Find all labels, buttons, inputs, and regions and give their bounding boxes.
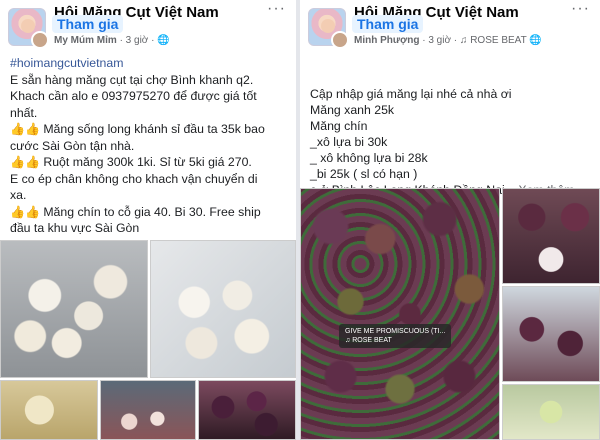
hashtag-link[interactable]: #hoimangcutvietnam	[10, 55, 290, 72]
post-header: Hội Măng Cụt Việt Nam Tham gia My Múm Mỉ…	[0, 0, 296, 56]
author-avatar[interactable]	[331, 31, 349, 49]
post-line: _xô lựa bi 30k	[310, 135, 388, 149]
join-button[interactable]: Tham gia	[352, 15, 424, 33]
post-photo-basket[interactable]	[0, 240, 148, 378]
post-time[interactable]: · 3 giờ ·	[120, 35, 155, 46]
author-name[interactable]: My Múm Mỉm	[54, 35, 117, 46]
more-options-icon[interactable]: ···	[267, 0, 286, 18]
post-line: nhất.	[10, 105, 38, 120]
post-photo-mangosteen[interactable]: GIVE ME PROMISCUOUS (TI... ♫ ROSE BEAT	[300, 188, 500, 440]
music-tag-title: GIVE ME PROMISCUOUS (TI...	[345, 328, 446, 335]
post-line: đầu ta khu vực Sài Gòn	[10, 221, 140, 235]
author-name[interactable]: Minh Phượng	[354, 35, 419, 46]
post-line: _bi 25k ( sl có hạn )	[310, 167, 418, 181]
post-line: 👍👍 Măng chín to cỗ gia 40. Bi 30. Free s…	[10, 204, 261, 219]
post-photo-thumb[interactable]	[502, 384, 600, 440]
thumbs-up-icon: 👍👍	[10, 155, 40, 169]
post-line: 👍👍 Ruột măng 300k 1ki. Sỉ từ 5ki giá 270…	[10, 155, 252, 169]
post-photo-thumb[interactable]	[100, 380, 196, 440]
post-line: 👍👍 Măng sống long khánh sỉ đầu ta 35k ba…	[10, 122, 265, 136]
post-line: cước Sài Gòn tận nhà.	[10, 138, 135, 153]
join-button[interactable]: Tham gia	[52, 15, 124, 33]
post-photo-thumb[interactable]	[502, 286, 600, 382]
post-line: Măng xanh 25k	[310, 103, 395, 117]
post-line: E co ép chân không cho khach vận chuyển …	[10, 171, 258, 186]
post-line: E sẵn hàng măng cụt tại chợ Bình khanh q…	[10, 72, 254, 87]
thumbs-up-icon: 👍👍	[10, 204, 40, 219]
post-line: _ xô không lựa bi 28k	[310, 151, 428, 165]
post-meta: My Múm Mỉm · 3 giờ · 🌐	[54, 35, 170, 46]
post-line: Khach cần alo e 0937975270 để được giá t…	[10, 89, 257, 103]
post-left: Hội Măng Cụt Việt Nam Tham gia My Múm Mỉ…	[0, 0, 296, 440]
post-photo-thumb[interactable]	[502, 188, 600, 284]
post-right: Hội Măng Cụt Việt Nam Tham gia Minh Phượ…	[300, 0, 600, 440]
post-line: xa.	[10, 188, 27, 202]
author-avatar[interactable]	[31, 31, 49, 49]
post-text: #hoimangcutvietnam E sẵn hàng măng cụt t…	[10, 55, 290, 237]
music-tag[interactable]: GIVE ME PROMISCUOUS (TI... ♫ ROSE BEAT	[339, 324, 452, 348]
avatar-face	[321, 19, 335, 33]
post-header: Hội Măng Cụt Việt Nam Tham gia Minh Phượ…	[300, 0, 600, 56]
post-photo-thumb[interactable]	[0, 380, 98, 440]
globe-icon: 🌐	[529, 35, 542, 46]
post-time[interactable]: · 3 giờ ·	[422, 35, 457, 46]
post-photo-bag[interactable]	[150, 240, 296, 378]
globe-icon: 🌐	[157, 35, 170, 46]
group-avatar[interactable]	[308, 8, 349, 49]
post-photo-thumb[interactable]	[198, 380, 296, 440]
music-tag-artist: ♫ ROSE BEAT	[345, 337, 392, 344]
post-meta: Minh Phượng · 3 giờ · ♫ ROSE BEAT 🌐	[354, 35, 542, 46]
post-line: Cập nhập giá măng lại nhé cả nhà ơi	[310, 87, 512, 101]
more-options-icon[interactable]: ···	[571, 0, 590, 18]
group-avatar[interactable]	[8, 8, 49, 49]
post-line: Măng chín	[310, 119, 368, 133]
thumbs-up-icon: 👍👍	[10, 122, 40, 136]
avatar-face	[21, 19, 35, 33]
music-note-icon[interactable]: ♫ ROSE BEAT	[460, 35, 527, 46]
post-text: Cập nhập giá măng lại nhé cả nhà ơi Măng…	[310, 86, 594, 198]
